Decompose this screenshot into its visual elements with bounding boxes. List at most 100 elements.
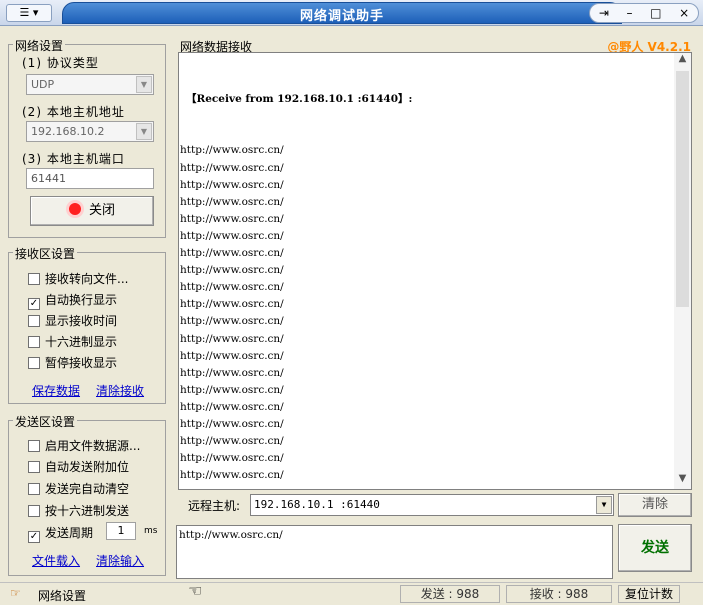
chevron-down-icon[interactable]: ▼	[596, 496, 612, 514]
receive-line: http://www.osrc.cn/	[180, 212, 284, 225]
file-source-checkbox[interactable]: 启用文件数据源...	[28, 437, 140, 454]
protocol-label: (1) 协议类型	[22, 56, 99, 70]
checkbox-box[interactable]: ✓	[28, 531, 40, 543]
checkbox-label: 显示接收时间	[45, 314, 118, 328]
port-label: (3) 本地主机端口	[22, 152, 125, 166]
remote-host-select[interactable]: 192.168.10.1 :61440 ▼	[250, 494, 614, 516]
remote-host-value: 192.168.10.1 :61440	[254, 498, 380, 511]
load-file-link[interactable]: 文件载入	[32, 552, 80, 569]
pause-display-checkbox[interactable]: 暂停接收显示	[28, 354, 117, 371]
checkbox-label: 自动发送附加位	[45, 460, 130, 474]
window-title: 网络调试助手	[299, 9, 384, 24]
status-bar: ☞ 网络设置 ☜ 发送 : 988 接收 : 988 复位计数	[0, 581, 703, 605]
clear-receive-link[interactable]: 清除接收	[96, 382, 144, 399]
checkbox-label: 按十六进制发送	[45, 504, 130, 518]
checkbox-box[interactable]	[28, 461, 40, 473]
receive-line: http://www.osrc.cn/	[180, 298, 284, 311]
send-textarea[interactable]: http://www.osrc.cn/	[176, 525, 613, 579]
receive-content: 【Receive from 192.168.10.1 :61440】: http…	[180, 57, 674, 487]
network-settings-title: 网络设置	[13, 37, 66, 54]
sent-count: 发送 : 988	[400, 585, 500, 603]
pin-icon[interactable]: ⇥	[599, 6, 609, 20]
receive-line: http://www.osrc.cn/	[180, 417, 284, 430]
title-pill: 网络调试助手	[62, 2, 622, 24]
send-button[interactable]: 发送	[618, 524, 692, 572]
checkbox-label: 接收转向文件...	[45, 272, 129, 286]
show-recv-time-checkbox[interactable]: 显示接收时间	[28, 312, 117, 329]
recv-count: 接收 : 988	[506, 585, 612, 603]
period-input[interactable]: 1	[106, 522, 136, 540]
clear-input-link[interactable]: 清除输入	[96, 552, 144, 569]
scroll-down-icon[interactable]: ▼	[674, 473, 691, 489]
close-window-button[interactable]: ×	[679, 6, 689, 20]
chevron-down-icon[interactable]: ▼	[136, 76, 152, 93]
receive-line: http://www.osrc.cn/	[180, 178, 284, 191]
auto-append-checkbox[interactable]: 自动发送附加位	[28, 458, 129, 475]
send-settings-title: 发送区设置	[13, 413, 78, 430]
hex-send-checkbox[interactable]: 按十六进制发送	[28, 502, 129, 519]
title-bar: ☰ ▾ 网络调试助手 ⇥ – □ ×	[0, 0, 703, 26]
auto-clear-checkbox[interactable]: 发送完自动清空	[28, 480, 129, 497]
maximize-button[interactable]: □	[650, 6, 661, 20]
checkbox-label: 发送周期	[45, 526, 94, 540]
receive-line: http://www.osrc.cn/	[180, 247, 284, 260]
hand-icon: ☞	[10, 586, 21, 600]
receive-lines: http://www.osrc.cn/http://www.osrc.cn/ht…	[180, 142, 674, 487]
checkbox-label: 十六进制显示	[45, 335, 118, 349]
close-connection-label: 关闭	[88, 203, 115, 218]
scroll-up-icon[interactable]: ▲	[674, 53, 691, 69]
red-light-icon	[68, 203, 81, 215]
close-connection-button[interactable]: 关闭	[30, 196, 154, 226]
receive-line: http://www.osrc.cn/	[180, 349, 284, 362]
checkbox-box[interactable]	[28, 440, 40, 452]
receive-line: http://www.osrc.cn/	[180, 161, 284, 174]
protocol-select[interactable]: UDP ▼	[26, 74, 154, 95]
receive-line: http://www.osrc.cn/	[180, 484, 674, 487]
system-menu-button[interactable]: ☰ ▾	[6, 4, 52, 22]
receive-line: http://www.osrc.cn/	[180, 452, 284, 465]
checkbox-label: 启用文件数据源...	[45, 439, 141, 453]
scroll-thumb[interactable]	[676, 71, 689, 307]
port-input[interactable]: 61441	[26, 168, 154, 189]
window-controls: ⇥ – □ ×	[589, 3, 699, 23]
receive-textarea[interactable]: 【Receive from 192.168.10.1 :61440】: http…	[178, 52, 692, 490]
checkbox-box[interactable]: ✓	[28, 298, 40, 310]
receive-line: http://www.osrc.cn/	[180, 195, 284, 208]
protocol-value: UDP	[31, 78, 55, 91]
checkbox-box[interactable]	[28, 505, 40, 517]
checkbox-box[interactable]	[28, 357, 40, 369]
checkbox-label: 发送完自动清空	[45, 482, 130, 496]
checkbox-box[interactable]	[28, 483, 40, 495]
receive-line: http://www.osrc.cn/	[180, 366, 284, 379]
period-unit: ms	[144, 526, 158, 536]
status-network-settings: 网络设置	[38, 589, 87, 603]
hex-display-checkbox[interactable]: 十六进制显示	[28, 333, 117, 350]
host-select[interactable]: 192.168.10.2 ▼	[26, 121, 154, 142]
host-label: (2) 本地主机地址	[22, 105, 125, 119]
recv-to-file-checkbox[interactable]: 接收转向文件...	[28, 270, 128, 287]
checkbox-label: 自动换行显示	[45, 293, 118, 307]
receive-line: http://www.osrc.cn/	[180, 229, 284, 242]
minimize-button[interactable]: –	[627, 6, 633, 20]
save-data-link[interactable]: 保存数据	[32, 382, 80, 399]
receive-line: http://www.osrc.cn/	[180, 315, 284, 328]
auto-wrap-checkbox[interactable]: ✓ 自动换行显示	[28, 291, 117, 310]
checkbox-box[interactable]	[28, 315, 40, 327]
receive-header-line: 【Receive from 192.168.10.1 :61440】:	[186, 93, 413, 106]
receive-line: http://www.osrc.cn/	[180, 144, 284, 157]
clear-button[interactable]: 清除	[618, 493, 692, 517]
checkbox-box[interactable]	[28, 336, 40, 348]
checkbox-box[interactable]	[28, 273, 40, 285]
receive-line: http://www.osrc.cn/	[180, 400, 284, 413]
receive-settings-title: 接收区设置	[13, 245, 78, 262]
receive-line: http://www.osrc.cn/	[180, 281, 284, 294]
send-period-checkbox[interactable]: ✓ 发送周期	[28, 524, 93, 543]
receive-line: http://www.osrc.cn/	[180, 383, 284, 396]
reset-count-button[interactable]: 复位计数	[618, 585, 680, 603]
receive-line: http://www.osrc.cn/	[180, 332, 284, 345]
receive-line: http://www.osrc.cn/	[180, 435, 284, 448]
pointer-icon: ☜	[188, 581, 203, 600]
chevron-down-icon[interactable]: ▼	[136, 123, 152, 140]
receive-line: http://www.osrc.cn/	[180, 469, 284, 482]
receive-scrollbar[interactable]: ▲ ▼	[674, 53, 691, 489]
